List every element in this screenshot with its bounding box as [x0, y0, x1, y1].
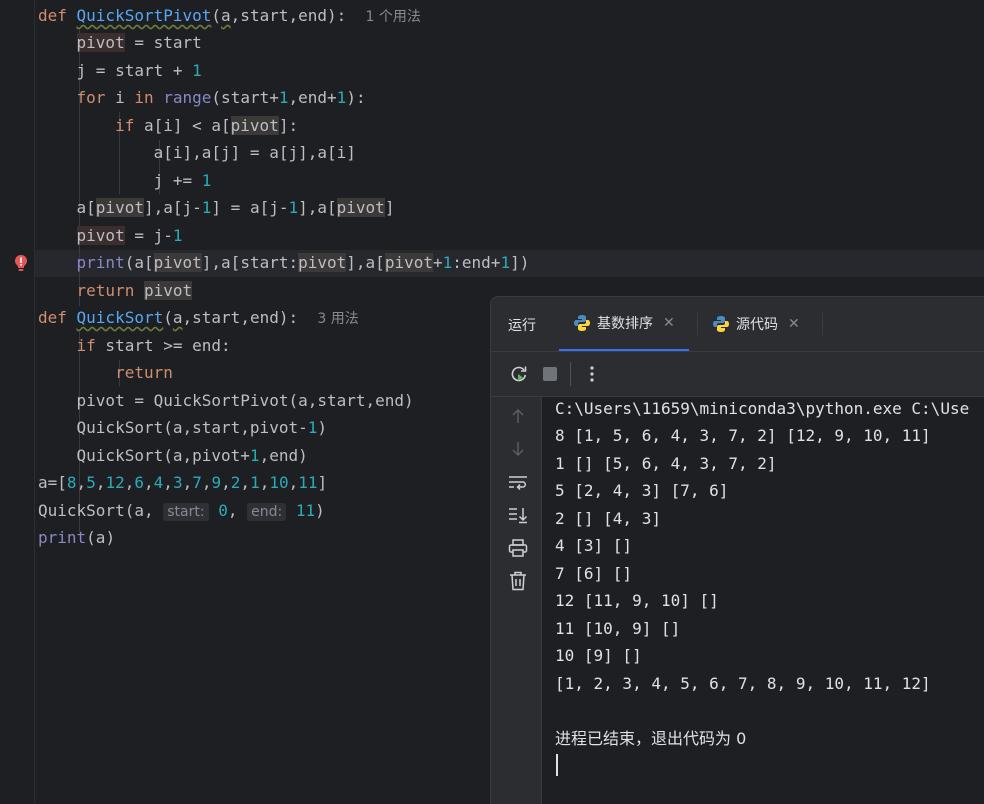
code-line-10: print(a[pivot],a[start:pivot],a[pivot+1:… — [76, 253, 530, 272]
console-line: 7 [6] [] — [555, 564, 633, 583]
tab-label: 基数排序 — [597, 316, 653, 332]
code-line-6: a[i],a[j] = a[j],a[i] — [38, 143, 356, 162]
usage-hint[interactable]: 3 用法 — [317, 311, 358, 327]
inlay-hint-start: start: — [163, 503, 209, 521]
console-line: 4 [3] [] — [555, 536, 633, 555]
console-line: 8 [1, 5, 6, 4, 3, 7, 2] [12, 9, 10, 11] — [555, 426, 931, 445]
tab-label: 源代码 — [736, 317, 778, 333]
text-cursor — [556, 754, 558, 776]
console-line: 1 [] [5, 6, 4, 3, 7, 2] — [555, 454, 777, 473]
console-line: 11 [10, 9] [] — [555, 619, 681, 638]
arrow-up-icon[interactable] — [507, 405, 529, 427]
run-tool-window: 运行 基数排序 ✕ 源代码 ✕ C:\Users\11659\miniconda… — [490, 296, 984, 804]
code-line-13: if start >= end: — [76, 336, 231, 355]
code-line-2: pivot = start — [76, 33, 202, 52]
process-exit-message: 进程已结束，退出代码为 0 — [555, 729, 747, 748]
code-line-7: j += 1 — [38, 171, 212, 190]
code-line-5: if a[i] < a[pivot]: — [115, 116, 299, 135]
inlay-hint-end: end: — [247, 503, 287, 521]
code-line-3: j = start + 1 — [38, 61, 202, 80]
line-gutter — [0, 0, 35, 803]
tab-divider — [822, 313, 823, 335]
toolbar-divider — [570, 362, 571, 386]
code-line-9: pivot = j-1 — [76, 226, 183, 245]
arrow-down-icon[interactable] — [507, 438, 529, 460]
console-line: 2 [] [4, 3] — [555, 509, 661, 528]
code-line-20: print(a) — [38, 528, 116, 547]
code-line-19: QuickSort(a, start: 0, end: 11) — [38, 501, 325, 521]
console-line: [1, 2, 3, 4, 5, 6, 7, 8, 9, 10, 11, 12] — [555, 674, 931, 693]
code-line-16: QuickSort(a,start,pivot-1) — [38, 418, 327, 437]
tab-radix-sort[interactable]: 基数排序 ✕ — [559, 297, 689, 351]
usage-hint[interactable]: 1 个用法 — [366, 9, 421, 25]
python-icon — [713, 316, 729, 332]
rerun-icon[interactable] — [508, 363, 530, 385]
run-title: 运行 — [508, 318, 536, 334]
close-icon[interactable]: ✕ — [788, 316, 800, 332]
trash-icon[interactable] — [507, 570, 529, 592]
print-icon[interactable] — [507, 537, 529, 559]
code-line-4: for i in range(start+1,end+1): — [76, 88, 366, 107]
console-side-toolbar — [491, 397, 542, 804]
code-line-15: pivot = QuickSortPivot(a,start,end) — [38, 391, 414, 410]
soft-wrap-icon[interactable] — [507, 471, 529, 493]
scroll-to-end-icon[interactable] — [507, 504, 529, 526]
run-tab-bar: 运行 基数排序 ✕ 源代码 ✕ — [491, 297, 984, 352]
console-output[interactable]: C:\Users\11659\miniconda3\python.exe C:\… — [542, 397, 984, 804]
code-line-1: def QuickSortPivot(a,start,end): 1 个用法 — [38, 6, 421, 25]
console-line: 12 [11, 9, 10] [] — [555, 591, 719, 610]
code-line-18: a=[8,5,12,6,4,3,7,9,2,1,10,11] — [38, 473, 328, 492]
code-line-8: a[pivot],a[j-1] = a[j-1],a[pivot] — [38, 198, 395, 217]
tab-source-code[interactable]: 源代码 ✕ — [698, 297, 814, 351]
console-line: C:\Users\11659\miniconda3\python.exe C:\… — [555, 399, 970, 418]
code-line-12: def QuickSort(a,start,end): 3 用法 — [38, 308, 359, 327]
code-line-17: QuickSort(a,pivot+1,end) — [38, 446, 308, 465]
python-icon — [574, 315, 590, 331]
stop-icon[interactable] — [539, 363, 561, 385]
close-icon[interactable]: ✕ — [663, 315, 675, 331]
console-line: 10 [9] [] — [555, 646, 642, 665]
code-line-11: return pivot — [76, 281, 193, 300]
error-bulb-icon[interactable] — [14, 254, 28, 272]
more-options-icon[interactable] — [581, 363, 603, 385]
run-toolbar — [491, 352, 984, 397]
code-line-14: return — [115, 363, 173, 382]
console-line: 5 [2, 4, 3] [7, 6] — [555, 481, 729, 500]
